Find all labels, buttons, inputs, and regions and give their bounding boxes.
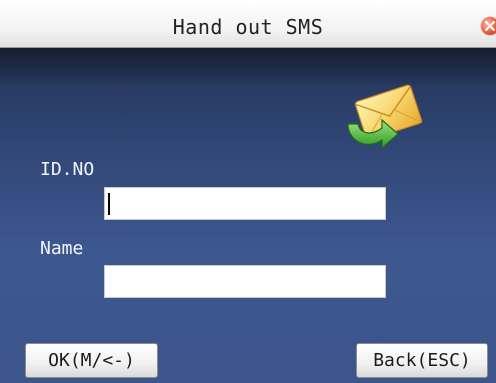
text-cursor <box>108 193 110 215</box>
id-no-field[interactable] <box>104 187 386 220</box>
name-field[interactable] <box>104 265 386 298</box>
close-icon[interactable] <box>481 17 496 35</box>
back-button[interactable]: Back(ESC) <box>356 343 488 378</box>
window-title: Hand out SMS <box>172 15 324 39</box>
name-label: Name <box>40 238 84 259</box>
ok-button[interactable]: OK(M/<-) <box>25 343 158 378</box>
title-bar: Hand out SMS <box>0 0 496 48</box>
header-shadow <box>0 48 496 88</box>
id-no-label: ID.NO <box>40 159 95 180</box>
sms-envelope-icon <box>338 84 428 156</box>
sms-screen: Hand out SMS ID.NO Name OK(M/<-) Back(ES… <box>0 0 496 383</box>
